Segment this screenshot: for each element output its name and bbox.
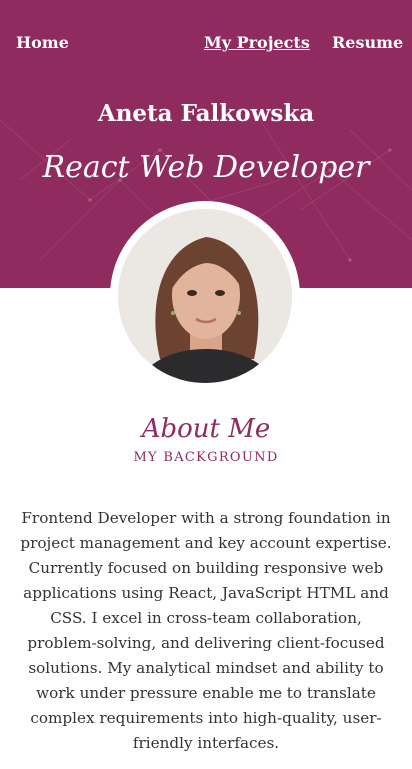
top-nav: Home My Projects Resume	[0, 33, 412, 57]
about-heading: About Me	[141, 414, 271, 444]
profile-name: Aneta Falkowska	[97, 100, 315, 127]
nav-my-projects-link[interactable]: My Projects	[204, 33, 310, 52]
profile-role: React Web Developer	[42, 150, 370, 185]
nav-resume-link[interactable]: Resume	[332, 33, 403, 52]
portfolio-page: Home My Projects Resume Aneta Falkowska …	[0, 0, 412, 769]
avatar	[118, 209, 292, 383]
about-description: Frontend Developer with a strong foundat…	[20, 509, 392, 752]
avatar-frame	[110, 201, 300, 391]
avatar-portrait	[118, 209, 292, 383]
nav-home-link[interactable]: Home	[16, 33, 69, 52]
about-subheading: MY BACKGROUND	[133, 450, 279, 465]
